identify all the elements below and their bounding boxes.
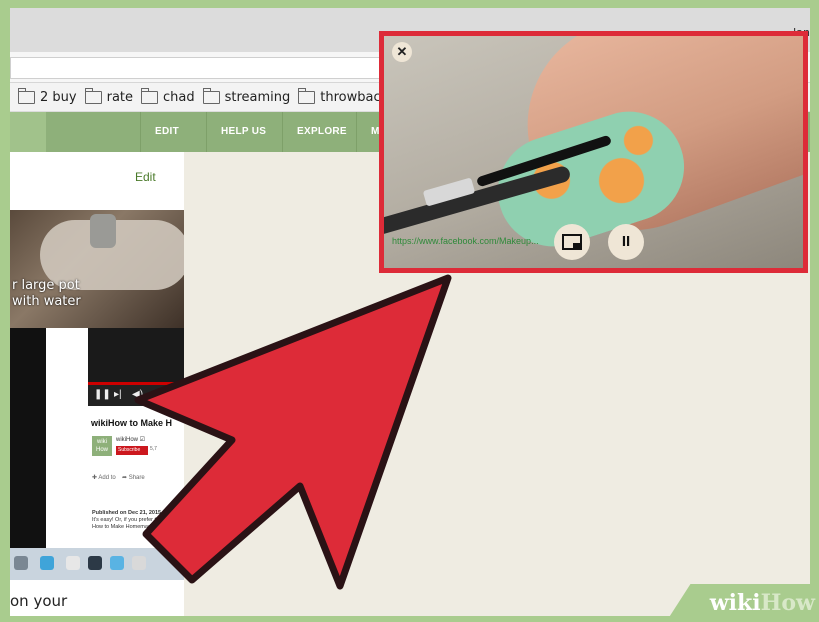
watermark-logo: wikiHow: [709, 590, 815, 616]
pip-video-frame: [384, 36, 803, 268]
pip-url-overlay: https://www.facebook.com/Makeup...: [392, 236, 539, 246]
pip-close-button[interactable]: ✕: [392, 42, 412, 62]
pip-pause-button[interactable]: II: [608, 224, 644, 260]
exit-pip-icon: [562, 234, 582, 250]
red-arrow-icon: [134, 274, 452, 590]
exit-pip-button[interactable]: [554, 224, 590, 260]
picture-in-picture-window[interactable]: ✕ https://www.facebook.com/Makeup... II: [379, 31, 808, 273]
wikihow-watermark: wikiHow: [666, 584, 819, 622]
